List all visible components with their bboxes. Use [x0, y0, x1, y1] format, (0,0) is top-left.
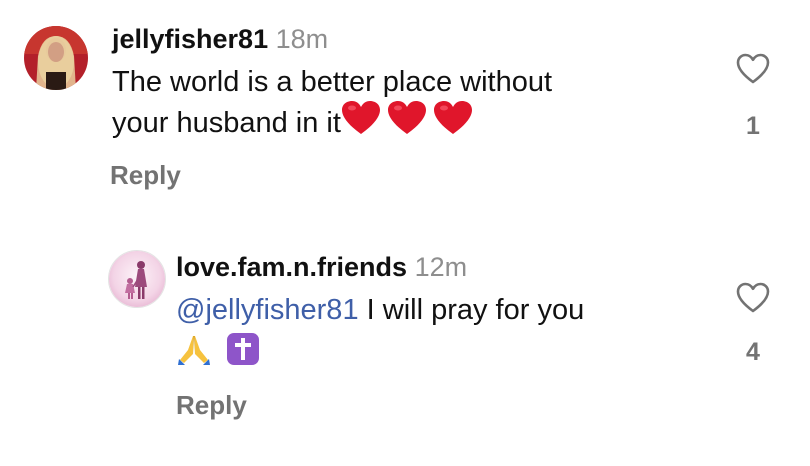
reply-button[interactable]: Reply — [110, 160, 181, 191]
timestamp: 12m — [414, 252, 468, 282]
comment-love-fam-n-friends: love.fam.n.friends 12m @jellyfisher81 I … — [0, 230, 810, 466]
comment-text-line: The world is a better place without — [112, 66, 553, 98]
folded-hands-emoji — [176, 332, 212, 375]
comment-header: love.fam.n.friends 12m — [176, 252, 467, 283]
mention-link[interactable]: @jellyfisher81 — [176, 294, 359, 326]
heart-emoji — [433, 100, 473, 145]
heart-outline-icon — [736, 282, 770, 318]
comment-text-line: @jellyfisher81 I will pray for you — [176, 292, 584, 328]
comment-text: @jellyfisher81 I will pray for you — [176, 292, 584, 375]
comment-jellyfisher81: jellyfisher81 18m The world is a better … — [0, 0, 810, 210]
comment-text-line — [176, 332, 584, 375]
avatar-jellyfisher81[interactable] — [24, 26, 88, 90]
like-button[interactable] — [736, 282, 770, 319]
like-count: 4 — [746, 338, 760, 366]
comment-header: jellyfisher81 18m — [112, 24, 328, 55]
timestamp: 18m — [275, 24, 329, 54]
avatar-love-fam-n-friends[interactable] — [108, 250, 166, 308]
heart-outline-icon — [736, 53, 770, 89]
username[interactable]: jellyfisher81 — [112, 24, 268, 54]
comment-text-line: your husband in it — [112, 100, 552, 145]
like-count: 1 — [746, 112, 760, 140]
reply-button[interactable]: Reply — [176, 390, 247, 421]
username[interactable]: love.fam.n.friends — [176, 252, 407, 282]
heart-emoji — [387, 100, 427, 145]
like-button[interactable] — [736, 53, 770, 90]
comment-text-fragment: I will pray for you — [358, 294, 585, 326]
heart-emoji — [341, 100, 381, 145]
comment-text-fragment: your husband in it — [112, 107, 341, 139]
latin-cross-emoji — [226, 332, 260, 375]
comment-text: The world is a better place without your… — [112, 64, 552, 145]
